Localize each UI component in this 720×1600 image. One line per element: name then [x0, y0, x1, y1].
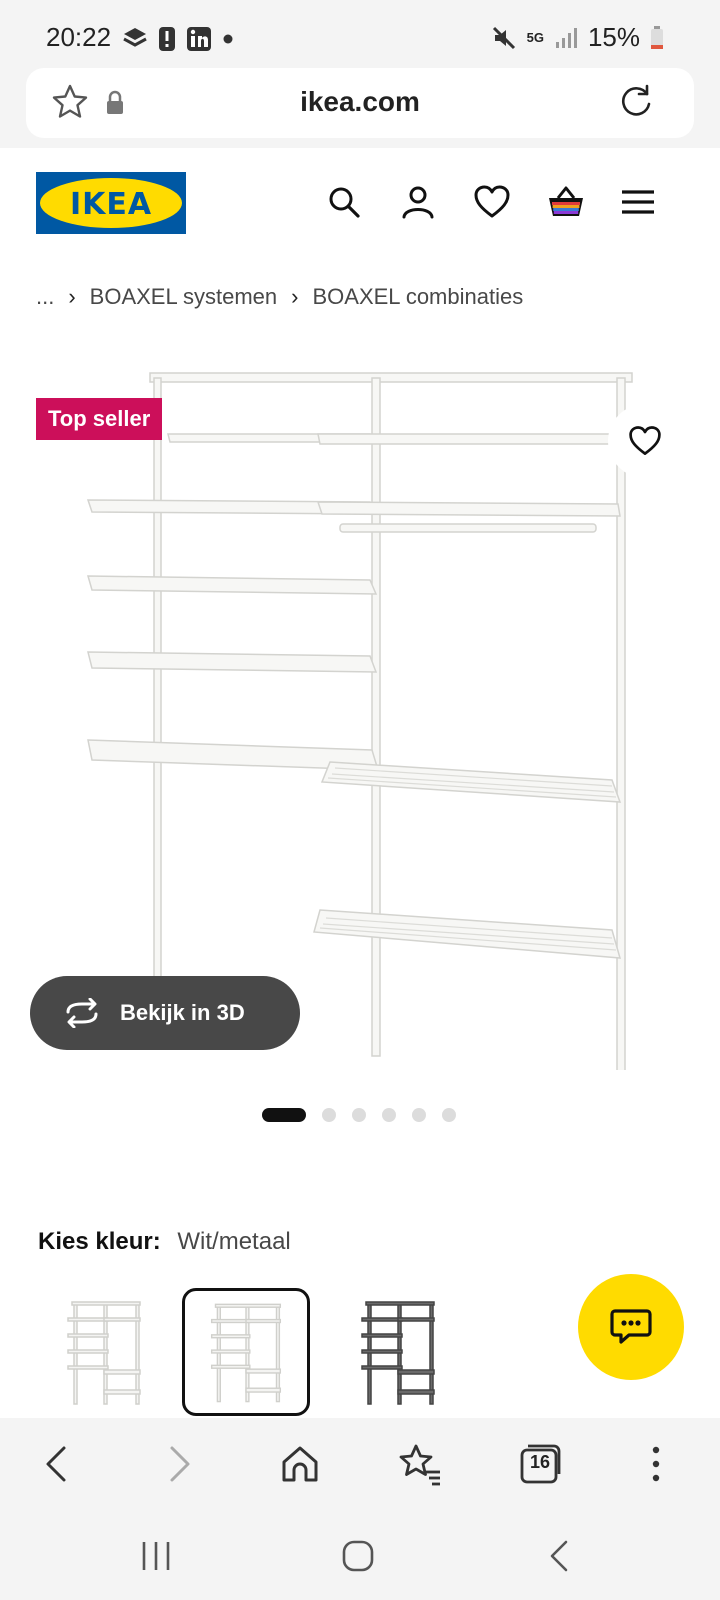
battery-percent: 15% — [587, 22, 640, 52]
browser-toolbar: 16 — [0, 1418, 720, 1510]
ikea-logo[interactable]: IKEA — [36, 172, 186, 234]
carousel-dot[interactable] — [352, 1108, 366, 1122]
breadcrumb-ellipsis[interactable]: ... — [36, 284, 54, 310]
swatch-image — [361, 1301, 435, 1405]
view-3d-label: Bekijk in 3D — [120, 1000, 245, 1025]
battery-icon — [651, 25, 663, 49]
breadcrumb-separator: › — [68, 284, 76, 309]
search-icon[interactable] — [324, 182, 364, 222]
tabs-button[interactable]: 16 — [516, 1440, 564, 1488]
favourites-icon[interactable] — [472, 182, 512, 222]
browser-address-area: ikea.com — [0, 56, 720, 148]
colour-swatch-white[interactable] — [40, 1288, 168, 1416]
system-navigation-bar — [0, 1510, 720, 1600]
url-text[interactable]: ikea.com — [26, 86, 694, 118]
account-icon[interactable] — [398, 182, 438, 222]
breadcrumb-item-boaxel-systemen[interactable]: BOAXEL systemen — [90, 284, 277, 310]
home-icon[interactable] — [276, 1440, 324, 1488]
back-icon[interactable] — [34, 1440, 82, 1488]
dot-icon — [223, 34, 233, 44]
colour-swatch-anthracite[interactable] — [334, 1288, 462, 1416]
chat-icon — [610, 1309, 652, 1344]
breadcrumb: ... › BOAXEL systemen › BOAXEL combinati… — [36, 284, 523, 310]
tabs-count: 16 — [529, 1452, 551, 1472]
chat-button[interactable] — [578, 1274, 684, 1380]
carousel-dot[interactable] — [262, 1108, 306, 1122]
view-3d-button[interactable]: Bekijk in 3D — [30, 976, 300, 1050]
carousel-dot[interactable] — [442, 1108, 456, 1122]
swatch-image — [67, 1301, 141, 1405]
basket-icon[interactable] — [546, 182, 586, 222]
status-notification-icons — [122, 26, 234, 52]
reload-icon[interactable] — [616, 82, 656, 122]
carousel-dot[interactable] — [382, 1108, 396, 1122]
linkedin-icon — [187, 27, 211, 51]
network-type: 5G — [526, 30, 544, 45]
address-bar[interactable]: ikea.com — [26, 68, 694, 138]
heart-icon — [629, 426, 661, 455]
signal-icon — [555, 27, 577, 48]
status-right: 5G 15% — [491, 22, 664, 53]
colour-label: Kies kleur: — [38, 1228, 161, 1255]
bookmarks-icon[interactable] — [396, 1440, 444, 1488]
top-seller-badge: Top seller — [36, 398, 163, 440]
back-nav-icon[interactable] — [540, 1538, 580, 1574]
carousel-dot[interactable] — [322, 1108, 336, 1122]
alert-icon — [159, 27, 175, 51]
menu-icon[interactable] — [618, 182, 658, 222]
home-nav-icon[interactable] — [338, 1538, 378, 1574]
logo-oval: IKEA — [40, 178, 182, 228]
logo-text: IKEA — [69, 187, 153, 222]
forward-icon[interactable] — [154, 1440, 202, 1488]
colour-value: Wit/metaal — [177, 1228, 291, 1255]
carousel-dot[interactable] — [412, 1108, 426, 1122]
product-favourite-button[interactable] — [608, 404, 682, 478]
recent-apps-icon[interactable] — [136, 1538, 176, 1574]
rotate-3d-icon — [66, 998, 98, 1028]
colour-swatch-white-metal[interactable] — [182, 1288, 310, 1416]
swatch-image — [210, 1303, 282, 1403]
breadcrumb-separator: › — [291, 284, 299, 309]
stack-notification-icon — [123, 28, 147, 47]
more-options-icon[interactable] — [632, 1440, 680, 1488]
colour-selector-heading: Kies kleur: Wit/metaal — [38, 1228, 291, 1256]
status-time: 20:22 — [46, 22, 112, 52]
image-carousel-dots — [262, 1108, 456, 1122]
mute-icon — [492, 26, 515, 49]
breadcrumb-item-boaxel-combinaties[interactable]: BOAXEL combinaties — [312, 284, 523, 310]
